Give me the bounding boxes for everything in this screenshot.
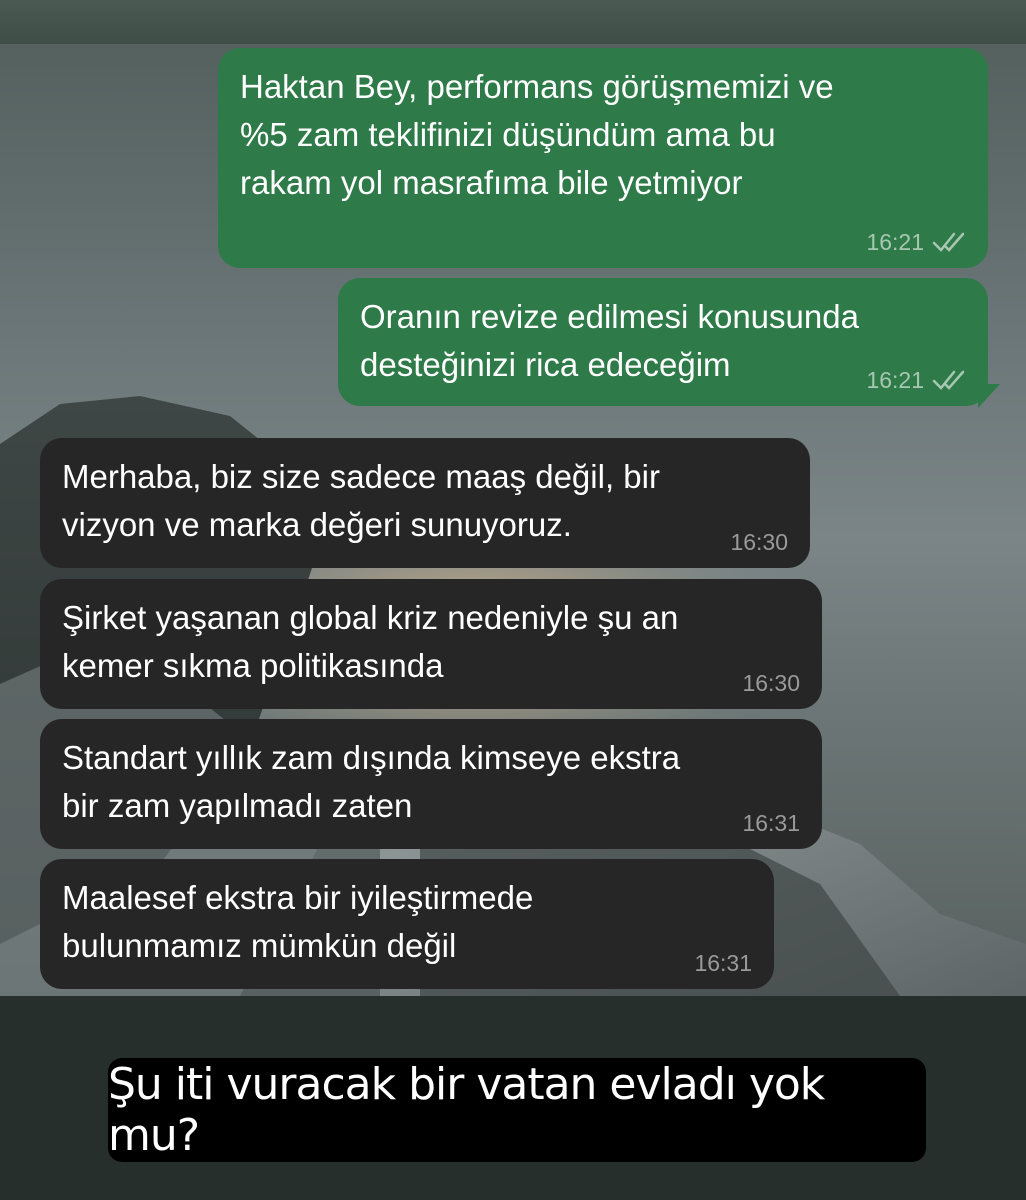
message-time: 16:21 bbox=[866, 367, 924, 393]
message-text: Maalesef ekstra bir iyileştirmede bulunm… bbox=[62, 879, 534, 964]
message-time: 16:31 bbox=[742, 810, 800, 836]
story-caption: Şu iti vuracak bir vatan evladı yok mu? bbox=[108, 1058, 926, 1162]
message-time: 16:31 bbox=[694, 950, 752, 976]
message-meta: 16:21 bbox=[866, 228, 966, 256]
top-strip bbox=[0, 0, 1026, 44]
message-time: 16:30 bbox=[730, 529, 788, 555]
message-bubble-incoming[interactable]: Maalesef ekstra bir iyileştirmede bulunm… bbox=[40, 859, 774, 989]
bubble-tail bbox=[978, 384, 1000, 408]
message-bubble-incoming[interactable]: Şirket yaşanan global kriz nedeniyle şu … bbox=[40, 579, 822, 709]
message-text: Şirket yaşanan global kriz nedeniyle şu … bbox=[62, 599, 679, 684]
message-text: Merhaba, biz size sadece maaş değil, bir… bbox=[62, 458, 660, 543]
message-time: 16:30 bbox=[742, 670, 800, 696]
message-meta: 16:31 bbox=[694, 949, 752, 977]
message-bubble-outgoing[interactable]: Oranın revize edilmesi konusunda desteği… bbox=[338, 278, 988, 406]
double-check-icon bbox=[932, 232, 965, 252]
message-bubble-incoming[interactable]: Merhaba, biz size sadece maaş değil, bir… bbox=[40, 438, 810, 568]
message-meta: 16:30 bbox=[730, 528, 788, 556]
message-bubble-incoming[interactable]: Standart yıllık zam dışında kimseye ekst… bbox=[40, 719, 822, 849]
message-text: Standart yıllık zam dışında kimseye ekst… bbox=[62, 739, 681, 824]
message-meta: 16:31 bbox=[742, 809, 800, 837]
message-time: 16:21 bbox=[866, 229, 924, 255]
message-text: Haktan Bey, performans görüşmemizi ve %5… bbox=[240, 68, 834, 201]
double-check-icon bbox=[932, 370, 965, 390]
caption-text: Şu iti vuracak bir vatan evladı yok mu? bbox=[108, 1059, 825, 1161]
chat-area[interactable]: Haktan Bey, performans görüşmemizi ve %5… bbox=[0, 44, 1026, 996]
message-bubble-outgoing[interactable]: Haktan Bey, performans görüşmemizi ve %5… bbox=[218, 48, 988, 268]
message-meta: 16:30 bbox=[742, 669, 800, 697]
message-meta: 16:21 bbox=[866, 366, 966, 394]
